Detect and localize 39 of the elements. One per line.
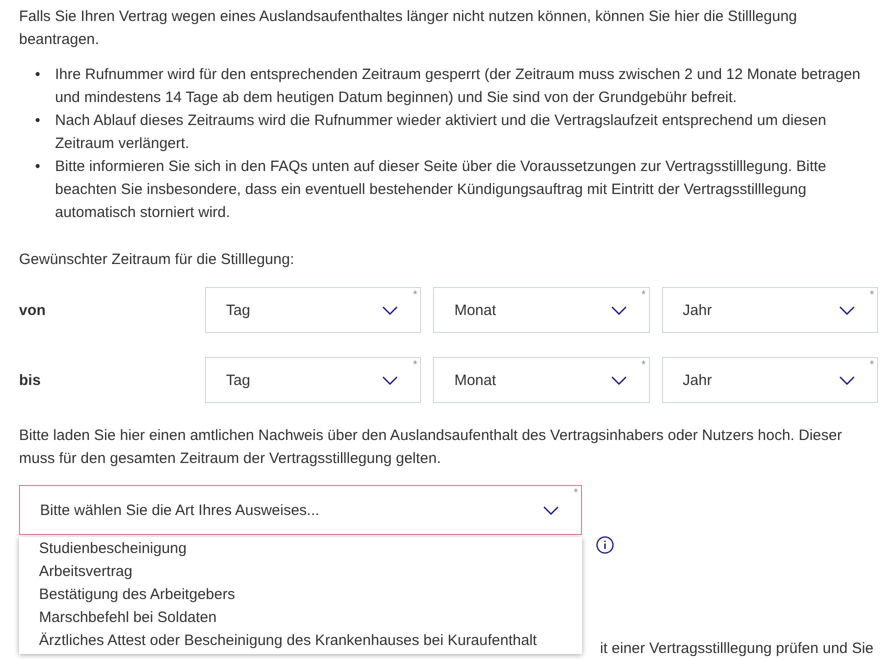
required-marker: *	[574, 488, 578, 499]
required-marker: *	[641, 290, 646, 301]
bullet-icon: •	[35, 109, 55, 155]
bullet-icon: •	[35, 155, 55, 224]
dropdown-option[interactable]: Marschbefehl bei Soldaten	[19, 606, 582, 629]
row-label: von	[19, 300, 47, 320]
dropdown-option[interactable]: Bestätigung des Arbeitgebers	[19, 583, 582, 606]
chevron-down-icon	[382, 306, 398, 315]
dropdown-option[interactable]: Studienbescheinigung	[19, 537, 582, 560]
select-field[interactable]: Monat *	[433, 357, 650, 403]
select-field[interactable]: Tag *	[205, 357, 422, 403]
required-marker: *	[870, 290, 874, 301]
select-field[interactable]: Monat *	[433, 287, 650, 333]
select-field[interactable]: Bitte wählen Sie die Art Ihres Ausweises... *	[19, 485, 582, 535]
chevron-down-icon	[610, 376, 627, 385]
required-marker: *	[641, 360, 646, 371]
required-marker: *	[413, 360, 418, 371]
chevron-down-icon	[382, 376, 398, 385]
intro-text: Falls Sie Ihren Vertrag wegen eines Auslandsaufenthaltes länger nicht nutzen können, können Sie hier die Stilllegung beantragen.	[19, 7, 798, 50]
period-label: Gewünschter Zeitraum für die Stilllegung:	[19, 250, 296, 270]
required-marker: *	[413, 290, 418, 301]
bullet-icon: •	[35, 63, 55, 109]
paragraph-fragment: it einer Vertragsstilllegung prüfen und Sie	[600, 639, 874, 659]
chevron-down-icon	[610, 306, 627, 315]
required-marker: *	[870, 360, 874, 371]
upload-instructions: Bitte laden Sie hier einen amtlichen Nachweis über den Auslandsaufenthalt des Vertragsinhabers oder Nutzers hoch. Dieser muss für den gesamten Zeitraum der Vertragsstilllegung gelten.	[19, 426, 843, 469]
chevron-down-icon	[543, 506, 559, 515]
dropdown-option[interactable]: Arbeitsvertrag	[19, 560, 582, 583]
bullet-item: Ihre Rufnummer wird für den entsprechenden Zeitraum gesperrt (der Zeitraum muss zwischen 2 und 12 Monate betragen und mindestens 14 Tage ab dem heutigen Datum beginnen) und Sie sind von der Grundgebühr befreit.	[55, 65, 862, 108]
bullet-item: Nach Ablauf dieses Zeitraums wird die Rufnummer wieder aktiviert und die Vertragslaufzeit entsprechend um diesen Zeitraum verlängert.	[55, 111, 828, 154]
chevron-down-icon	[838, 306, 855, 315]
select-field[interactable]: Jahr *	[662, 357, 878, 403]
chevron-down-icon	[838, 376, 855, 385]
info-icon	[596, 536, 614, 554]
dropdown-option[interactable]: Ärztliches Attest oder Bescheinigung des Krankenhauses bei Kuraufenthalt	[19, 629, 582, 652]
select-field[interactable]: Jahr *	[662, 287, 878, 333]
select-field[interactable]: Tag *	[205, 287, 422, 333]
bullet-item: Bitte informieren Sie sich in den FAQs unten auf dieser Seite über die Voraussetzungen zur Vertragsstilllegung. Bitte beachten Sie insbesondere, dass ein eventuell bestehender Kündigungsauftrag mit Eintritt der Vertragsstilllegung automatisch storniert wird.	[55, 157, 828, 223]
row-label: bis	[19, 370, 42, 390]
